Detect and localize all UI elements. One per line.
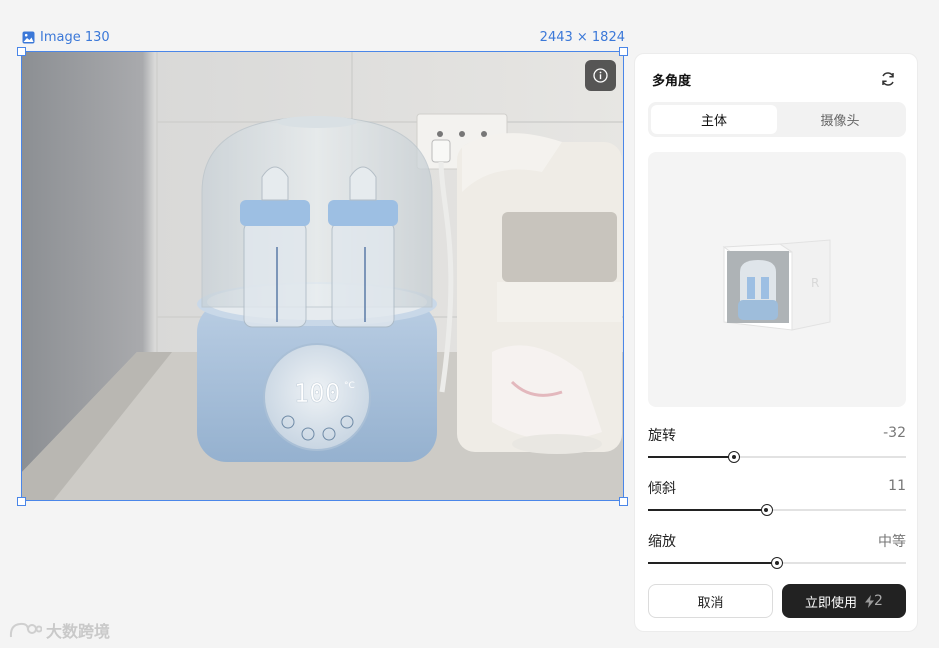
rotate-value: -32 <box>883 425 906 441</box>
rotate-label: 旋转 <box>648 428 676 444</box>
view-tabs: 主体 摄像头 <box>648 102 906 137</box>
image-dimensions: 2443 × 1824 <box>539 30 625 45</box>
resize-handle-top-left[interactable] <box>17 47 26 56</box>
zoom-label: 缩放 <box>648 534 676 550</box>
credit-cost-value: 2 <box>874 593 883 609</box>
panel-title: 多角度 <box>652 74 692 89</box>
tilt-slider[interactable] <box>648 504 906 516</box>
zoom-value: 中等 <box>878 534 906 550</box>
preview-cube: R <box>722 239 831 331</box>
multi-angle-panel: 多角度 主体 摄像头 R 旋转 -32 倾斜 11 缩放 中等 取消 立即使用 … <box>634 53 918 632</box>
cancel-button[interactable]: 取消 <box>648 584 773 618</box>
refresh-icon[interactable] <box>879 70 897 88</box>
watermark-text: 大数跨境 <box>46 622 111 641</box>
photo: 100 °C <box>22 52 623 500</box>
resize-handle-bottom-right[interactable] <box>619 497 628 506</box>
zoom-slider[interactable] <box>648 557 906 569</box>
display-reading: 100 <box>294 379 341 409</box>
tilt-slider-knob[interactable] <box>760 504 773 516</box>
display-unit: °C <box>344 381 355 391</box>
zoom-slider-knob[interactable] <box>771 557 783 569</box>
watermark-logo-icon <box>9 622 42 638</box>
rotate-slider[interactable] <box>648 451 906 463</box>
watermark: 大数跨境 <box>8 618 110 642</box>
image-icon <box>22 31 35 44</box>
svg-text:R: R <box>811 276 819 290</box>
info-button[interactable] <box>585 60 616 91</box>
image-name: Image 130 <box>40 30 110 45</box>
angle-preview[interactable]: R <box>648 152 906 407</box>
tilt-value: 11 <box>888 478 906 494</box>
image-canvas[interactable]: 100 °C <box>21 51 624 501</box>
tab-camera[interactable]: 摄像头 <box>777 105 903 134</box>
image-label: Image 130 <box>22 30 110 45</box>
info-icon <box>593 68 608 83</box>
apply-now-label: 立即使用 <box>805 595 858 611</box>
tab-subject[interactable]: 主体 <box>651 105 777 134</box>
lightning-icon <box>865 594 875 608</box>
tilt-label: 倾斜 <box>648 481 676 497</box>
rotate-slider-knob[interactable] <box>728 451 741 463</box>
resize-handle-top-right[interactable] <box>619 47 628 56</box>
apply-now-button[interactable]: 立即使用 2 <box>782 584 906 618</box>
resize-handle-bottom-left[interactable] <box>17 497 26 506</box>
credit-cost: 2 <box>865 593 883 609</box>
